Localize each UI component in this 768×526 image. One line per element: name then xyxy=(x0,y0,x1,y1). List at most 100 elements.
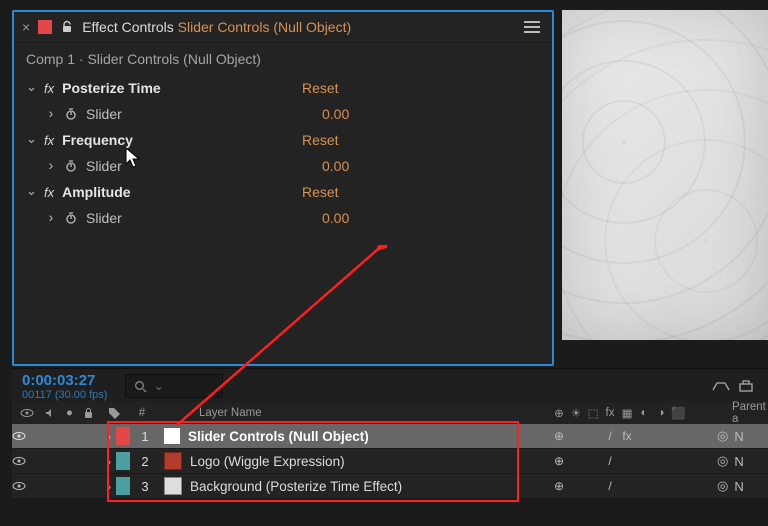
close-tab-icon[interactable]: × xyxy=(22,19,30,35)
switch-icon[interactable]: ⬛ xyxy=(671,406,685,420)
visibility-toggle[interactable] xyxy=(12,454,32,468)
fx-enabled-icon[interactable]: fx xyxy=(44,133,54,148)
visibility-toggle[interactable] xyxy=(12,479,32,493)
switch-toggle[interactable]: ⊕ xyxy=(552,429,566,443)
effect-header[interactable]: ⌄ fx Amplitude Reset xyxy=(18,179,548,205)
eye-column-icon[interactable] xyxy=(20,406,34,420)
layer-label-color[interactable] xyxy=(116,427,130,445)
switch-icon[interactable]: ☀ xyxy=(569,406,583,420)
layer-row[interactable]: › 2 Logo (Wiggle Expression) ⊕ / ◎ N xyxy=(12,449,768,474)
lock-column-icon[interactable] xyxy=(83,407,94,419)
search-caret: ⌄ xyxy=(153,378,164,394)
layer-row[interactable]: › 3 Background (Posterize Time Effect) ⊕… xyxy=(12,474,768,499)
panel-tabbar: × Effect Controls Slider Controls (Null … xyxy=(14,12,552,43)
panel-title-main: Effect Controls xyxy=(82,19,174,35)
switch-icon[interactable]: fx xyxy=(603,407,617,419)
switches-column: ⊕ ☀ ⬚ fx ▦ ◐ ◑ ⬛ xyxy=(552,406,685,420)
pickwhip-icon[interactable]: ◎ xyxy=(717,453,728,469)
parent-value[interactable]: N xyxy=(734,429,743,444)
frame-info: 00117 (30.00 fps) xyxy=(22,389,107,401)
switch-toggle[interactable]: / xyxy=(603,479,617,493)
effect-name: Frequency xyxy=(62,132,133,148)
stopwatch-icon[interactable] xyxy=(64,107,78,121)
layer-switches: ⊕ / xyxy=(552,454,617,468)
effect-property[interactable]: › Slider 0.00 xyxy=(18,153,548,179)
layer-label-color[interactable] xyxy=(116,452,130,470)
twisty-right-icon[interactable]: › xyxy=(46,209,56,225)
unlock-icon[interactable] xyxy=(60,20,74,34)
switch-toggle[interactable]: / xyxy=(603,429,617,443)
effect-property[interactable]: › Slider 0.00 xyxy=(18,205,548,231)
solo-column-icon[interactable]: ● xyxy=(66,407,73,419)
visibility-toggle[interactable] xyxy=(12,429,32,443)
twisty-right-icon[interactable]: › xyxy=(46,157,56,173)
switch-icon[interactable]: ⬚ xyxy=(586,406,600,420)
effect-property[interactable]: › Slider 0.00 xyxy=(18,101,548,127)
shy-toggle-icon[interactable] xyxy=(708,375,734,397)
effect-controls-panel: × Effect Controls Slider Controls (Null … xyxy=(12,10,554,366)
comp-path: Comp 1 · Slider Controls (Null Object) xyxy=(14,43,552,73)
property-label: Slider xyxy=(86,158,122,174)
parent-pickwhip[interactable]: ◎ N xyxy=(717,478,744,494)
switch-icon[interactable]: ⊕ xyxy=(552,406,566,420)
switch-toggle[interactable]: ⊕ xyxy=(552,454,566,468)
layer-index: 3 xyxy=(136,479,154,494)
reset-link[interactable]: Reset xyxy=(302,184,339,200)
layer-twisty-icon[interactable]: › xyxy=(102,454,116,469)
parent-value[interactable]: N xyxy=(734,454,743,469)
layer-name[interactable]: Background (Posterize Time Effect) xyxy=(190,479,402,494)
ai-file-icon xyxy=(164,452,182,470)
render-queue-icon[interactable] xyxy=(734,375,760,397)
layer-twisty-icon[interactable]: › xyxy=(102,479,116,494)
stopwatch-icon[interactable] xyxy=(64,211,78,225)
layer-index: 1 xyxy=(136,429,154,444)
property-label: Slider xyxy=(86,106,122,122)
parent-pickwhip[interactable]: ◎ N xyxy=(717,453,744,469)
switch-icon[interactable]: ◐ xyxy=(637,407,651,419)
layer-name[interactable]: Logo (Wiggle Expression) xyxy=(190,454,345,469)
effect-name: Posterize Time xyxy=(62,80,161,96)
effect-header[interactable]: ⌄ fx Posterize Time Reset xyxy=(18,75,548,101)
twisty-right-icon[interactable]: › xyxy=(46,105,56,121)
reset-link[interactable]: Reset xyxy=(302,132,339,148)
panel-menu-icon[interactable] xyxy=(520,17,544,37)
parent-column: Parent a xyxy=(732,401,768,425)
fx-enabled-icon[interactable]: fx xyxy=(44,185,54,200)
stopwatch-icon[interactable] xyxy=(64,159,78,173)
effect-header[interactable]: ⌄ fx Frequency Reset xyxy=(18,127,548,153)
switch-toggle[interactable]: / xyxy=(603,454,617,468)
null-object-icon xyxy=(164,428,180,444)
audio-column-icon[interactable] xyxy=(44,407,56,419)
timecode[interactable]: 0:00:03:27 00117 (30.00 fps) xyxy=(12,371,117,402)
index-column: # xyxy=(131,407,153,419)
layer-label-color[interactable] xyxy=(116,477,130,495)
timeline-search[interactable]: ⌄ xyxy=(125,374,223,398)
fx-enabled-icon[interactable]: fx xyxy=(44,81,54,96)
timeline-layers: › 1 Slider Controls (Null Object) ⊕ / fx… xyxy=(12,424,768,499)
layer-name-column: Layer Name xyxy=(199,407,262,419)
layer-twisty-icon[interactable]: › xyxy=(102,429,116,444)
property-value[interactable]: 0.00 xyxy=(322,210,349,226)
image-file-icon xyxy=(164,477,182,495)
layer-switches: ⊕ / xyxy=(552,479,617,493)
layer-name[interactable]: Slider Controls (Null Object) xyxy=(188,429,369,444)
switch-icon[interactable]: ▦ xyxy=(620,406,634,420)
twisty-down-icon[interactable]: ⌄ xyxy=(26,131,36,147)
property-value[interactable]: 0.00 xyxy=(322,106,349,122)
twisty-down-icon[interactable]: ⌄ xyxy=(26,79,36,95)
layer-columns-header: ● # Layer Name ⊕ ☀ ⬚ fx ▦ ◐ ◑ ⬛ Parent a xyxy=(12,402,768,425)
pickwhip-icon[interactable]: ◎ xyxy=(717,478,728,494)
tab-color-chip[interactable] xyxy=(38,20,52,34)
label-column-icon[interactable] xyxy=(108,407,121,420)
parent-value[interactable]: N xyxy=(734,479,743,494)
pickwhip-icon[interactable]: ◎ xyxy=(717,428,728,444)
parent-pickwhip[interactable]: ◎ N xyxy=(717,428,744,444)
switch-icon[interactable]: ◑ xyxy=(654,407,668,419)
composition-preview[interactable] xyxy=(562,10,768,340)
switch-toggle[interactable]: ⊕ xyxy=(552,479,566,493)
switch-toggle[interactable]: fx xyxy=(620,429,634,443)
twisty-down-icon[interactable]: ⌄ xyxy=(26,183,36,199)
layer-row[interactable]: › 1 Slider Controls (Null Object) ⊕ / fx… xyxy=(12,424,768,449)
reset-link[interactable]: Reset xyxy=(302,80,339,96)
property-value[interactable]: 0.00 xyxy=(322,158,349,174)
